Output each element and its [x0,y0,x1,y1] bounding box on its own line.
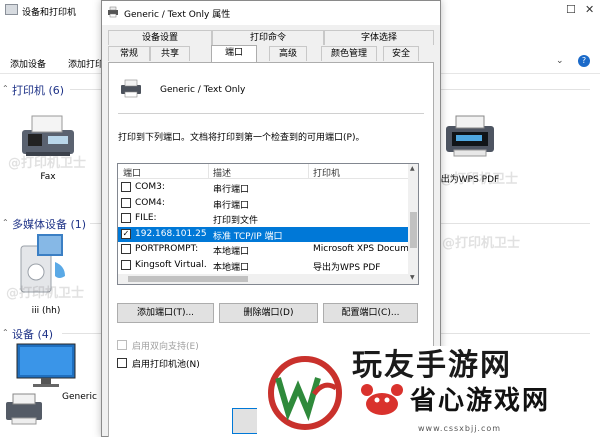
group-devices[interactable]: 设备 (4) [12,326,53,342]
help-icon[interactable]: ? [578,55,590,67]
port-checkbox[interactable] [121,259,131,270]
port-port-cell: PORTPROMPT: [135,244,199,254]
watermark: @打印机卫士 [440,172,519,187]
configure-port-button[interactable]: 配置端口(C)... [323,303,418,323]
port-row[interactable]: PORTPROMPT: 本地端口 Microsoft XPS Docum [118,242,408,257]
tab-sharing[interactable]: 共享 [150,46,190,61]
horizontal-scrollbar[interactable] [118,274,408,284]
port-desc-cell: 本地端口 [213,262,250,273]
port-checkbox[interactable] [121,182,131,192]
port-port-cell: COM4: [135,197,165,208]
collapse-icon[interactable]: ⌃ [2,328,9,337]
monitor-icon[interactable] [15,342,77,388]
tab-device-settings[interactable]: 设备设置 [108,30,212,45]
port-list[interactable]: 端口 描述 打印机 COM3: 串行端口 COM4: 串行端口 FILE: 打印到文件 ✓ 1… [117,163,419,285]
column-port[interactable]: 端口 [123,166,141,179]
port-list-header: 端口 描述 打印机 [118,164,408,179]
add-port-button[interactable]: 添加端口(T)... [117,303,214,323]
generic-printer-icon[interactable] [4,392,44,428]
tab-font-selection[interactable]: 字体选择 [324,30,434,45]
scroll-up-icon[interactable]: ▲ [410,165,415,172]
watermark: @打印机卫士 [442,236,521,251]
tab-security[interactable]: 安全 [383,46,419,61]
printer-icon[interactable] [440,112,500,162]
ports-instruction: 打印到下列端口。文档将打印到第一个检查到的可用端口(P)。 [118,133,365,143]
device-label-media: iii (hh) [31,306,61,316]
group-printers[interactable]: 打印机 (6) [12,82,64,98]
add-device-button[interactable]: 添加设备 [10,57,46,70]
watermark: @打印机卫士 [8,156,87,171]
ad-url: www.cssxbjj.com [418,424,502,433]
port-port-cell: 192.168.101.251 [135,228,207,239]
port-checkbox[interactable] [121,213,131,223]
add-printer-button[interactable]: 添加打印 [68,57,104,70]
port-row[interactable]: COM3: 串行端口 [118,180,408,195]
port-desc-cell: 串行端口 [213,200,250,211]
port-printer-cell: Microsoft XPS Docum [313,244,408,254]
bg-window-title: 设备和打印机 [22,8,77,18]
devices-folder-icon [5,4,18,15]
tab-general[interactable]: 常规 [108,46,150,61]
device-label-fax: Fax [40,172,56,182]
port-checkbox[interactable] [121,244,131,254]
port-row[interactable]: COM4: 串行端口 [118,196,408,211]
printer-icon [121,79,141,98]
dialog-titlebar: Generic / Text Only 属性 [102,1,440,25]
tab-advanced[interactable]: 高级 [269,46,307,61]
port-printer-cell: 导出为WPS PDF [313,262,381,273]
ad-headline: 玩友手游网 [352,348,512,383]
column-divider[interactable] [308,164,309,179]
separator [118,113,424,114]
vertical-scrollbar[interactable]: ▲ ▼ [408,164,418,284]
scroll-thumb[interactable] [410,212,417,248]
bidirectional-checkbox[interactable] [117,340,127,350]
close-icon[interactable]: ✕ [585,3,594,16]
printer-icon [108,6,118,18]
port-row[interactable]: FILE: 打印到文件 [118,211,408,226]
more-icon[interactable]: ⌄ [556,56,564,66]
port-desc-cell: 标准 TCP/IP 端口 [213,231,283,242]
printer-name: Generic / Text Only [160,85,246,95]
pooling-checkbox[interactable] [117,358,127,368]
group-multimedia[interactable]: 多媒体设备 (1) [12,216,86,232]
port-desc-cell: 本地端口 [213,247,250,257]
crab-icon [358,380,406,420]
collapse-icon[interactable]: ⌃ [2,218,9,227]
bidirectional-label: 启用双向支持(E) [132,342,199,352]
maximize-icon[interactable]: ☐ [566,3,576,16]
port-port-cell: COM3: [135,182,165,192]
tab-printer-commands[interactable]: 打印命令 [212,30,324,45]
column-printer[interactable]: 打印机 [313,166,340,179]
device-label-generic: Generic [62,392,97,402]
port-row[interactable]: Kingsoft Virtual... 本地端口 导出为WPS PDF [118,258,408,273]
tab-ports[interactable]: 端口 [211,45,257,62]
column-divider[interactable] [208,164,209,179]
scroll-thumb[interactable] [128,276,248,282]
tab-color-management[interactable]: 颜色管理 [321,46,377,61]
port-desc-cell: 打印到文件 [213,216,259,226]
watermark: @打印机卫士 [6,286,85,301]
column-description[interactable]: 描述 [213,166,231,179]
site-logo-icon [268,356,342,430]
collapse-icon[interactable]: ⌃ [2,84,9,93]
port-port-cell: FILE: [135,213,157,223]
port-row[interactable]: ✓ 192.168.101.251 标准 TCP/IP 端口 [118,226,408,242]
ad-slogan: 省心游戏网 [410,386,551,416]
port-checkbox[interactable]: ✓ [121,228,131,239]
port-checkbox[interactable] [121,197,131,208]
scroll-down-icon[interactable]: ▼ [410,274,415,281]
pooling-label: 启用打印机池(N) [132,360,200,370]
port-desc-cell: 串行端口 [213,185,250,195]
delete-port-button[interactable]: 删除端口(D) [219,303,318,323]
port-port-cell: Kingsoft Virtual... [135,259,207,270]
dialog-title: Generic / Text Only 属性 [124,10,231,20]
